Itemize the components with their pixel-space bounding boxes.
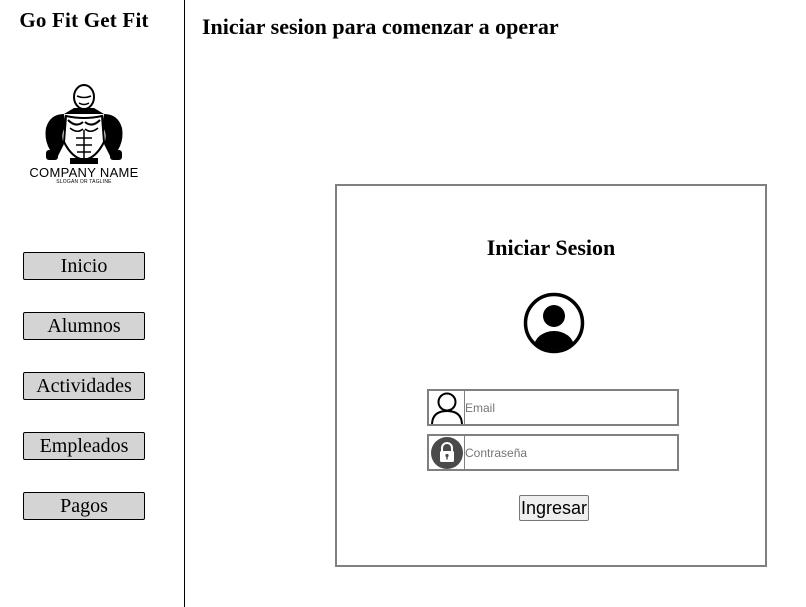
password-input[interactable] (465, 436, 675, 469)
user-outline-icon (429, 391, 465, 424)
user-circle-icon (523, 292, 585, 354)
lock-icon (429, 436, 465, 469)
email-field (427, 389, 679, 426)
company-slogan: SLOGAN OR TAGLINE (56, 179, 112, 185)
password-field (427, 434, 679, 471)
nav-button-inicio[interactable]: Inicio (23, 252, 145, 280)
sidebar: Go Fit Get Fit COMPANY NAME SLOGAN OR TA… (0, 0, 185, 607)
login-title: Iniciar Sesion (486, 235, 616, 260)
login-submit-button[interactable]: Ingresar (519, 495, 589, 521)
nav-button-alumnos[interactable]: Alumnos (23, 312, 145, 340)
login-card: Iniciar Sesion Email Ingresar (335, 184, 767, 567)
nav-button-empleados[interactable]: Empleados (23, 432, 145, 460)
page-heading: Iniciar sesion para comenzar a operar (202, 14, 559, 39)
email-input[interactable] (465, 391, 675, 424)
nav-button-pagos[interactable]: Pagos (23, 492, 145, 520)
company-name: COMPANY NAME (29, 165, 139, 180)
nav-button-actividades[interactable]: Actividades (23, 372, 145, 400)
brand-title: Go Fit Get Fit (19, 8, 149, 32)
